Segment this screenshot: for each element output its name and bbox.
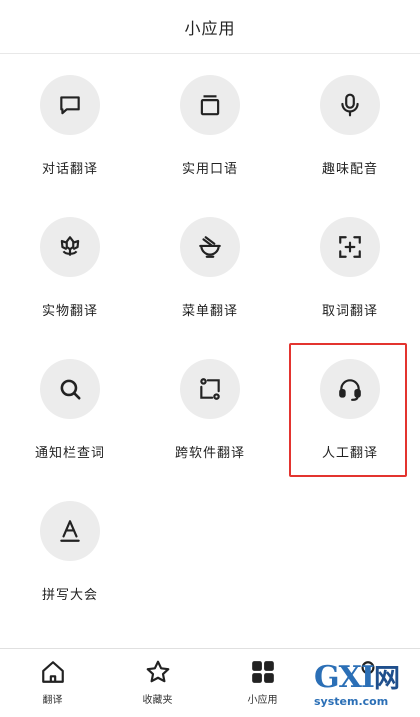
microphone-icon <box>320 75 380 135</box>
magnifier-icon <box>40 359 100 419</box>
app-label: 实用口语 <box>181 162 238 177</box>
app-tile-fun-dubbing[interactable]: 趣味配音 <box>280 54 420 196</box>
card-stack-icon <box>180 75 240 135</box>
watermark-logo: GXI网 system.com <box>314 663 414 711</box>
noodle-bowl-icon <box>180 217 240 277</box>
app-label: 对话翻译 <box>41 162 98 177</box>
tab-label: 翻译 <box>42 695 63 706</box>
app-label: 拼写大会 <box>41 588 98 603</box>
app-tile-dialogue-translation[interactable]: 对话翻译 <box>0 54 140 196</box>
app-tile-spelling-bee[interactable]: 拼写大会 <box>0 480 140 622</box>
watermark-text: GXI <box>314 660 375 695</box>
app-label: 跨软件翻译 <box>174 446 245 461</box>
headset-icon <box>320 359 380 419</box>
app-label: 趣味配音 <box>321 162 378 177</box>
flower-icon <box>40 217 100 277</box>
grid-apps-icon <box>251 661 274 683</box>
app-switch-icon <box>180 359 240 419</box>
home-icon <box>41 661 64 683</box>
tab-label: 小应用 <box>247 695 278 706</box>
app-tile-notification-lookup[interactable]: 通知栏查词 <box>0 338 140 480</box>
app-tile-human-translation[interactable]: 人工翻译 <box>280 338 420 480</box>
app-grid: 对话翻译 实用口语 趣味配音 实物翻译 菜单翻译 取词翻译 通知栏查词 跨软件翻… <box>0 54 420 622</box>
top-bar: 小应用 <box>0 0 420 54</box>
app-label: 取词翻译 <box>321 304 378 319</box>
letter-a-icon <box>40 501 100 561</box>
watermark-net: 网 <box>373 664 400 694</box>
tab-favorites[interactable]: 收藏夹 <box>105 649 210 717</box>
app-tile-object-translation[interactable]: 实物翻译 <box>0 196 140 338</box>
app-label: 菜单翻译 <box>181 304 238 319</box>
app-tile-menu-translation[interactable]: 菜单翻译 <box>140 196 280 338</box>
app-label: 人工翻译 <box>321 446 378 461</box>
tab-mini-apps[interactable]: 小应用 <box>210 649 315 717</box>
scan-add-icon <box>320 217 380 277</box>
tab-translate[interactable]: 翻译 <box>0 649 105 717</box>
watermark-domain: system.com <box>314 695 389 708</box>
app-tile-practical-speaking[interactable]: 实用口语 <box>140 54 280 196</box>
chat-bubble-icon <box>40 75 100 135</box>
app-label: 实物翻译 <box>41 304 98 319</box>
page-title: 小应用 <box>184 18 236 38</box>
app-tile-word-capture[interactable]: 取词翻译 <box>280 196 420 338</box>
star-icon <box>146 660 169 683</box>
app-label: 通知栏查词 <box>34 446 105 461</box>
app-tile-cross-app-translation[interactable]: 跨软件翻译 <box>140 338 280 480</box>
tab-label: 收藏夹 <box>142 695 173 706</box>
